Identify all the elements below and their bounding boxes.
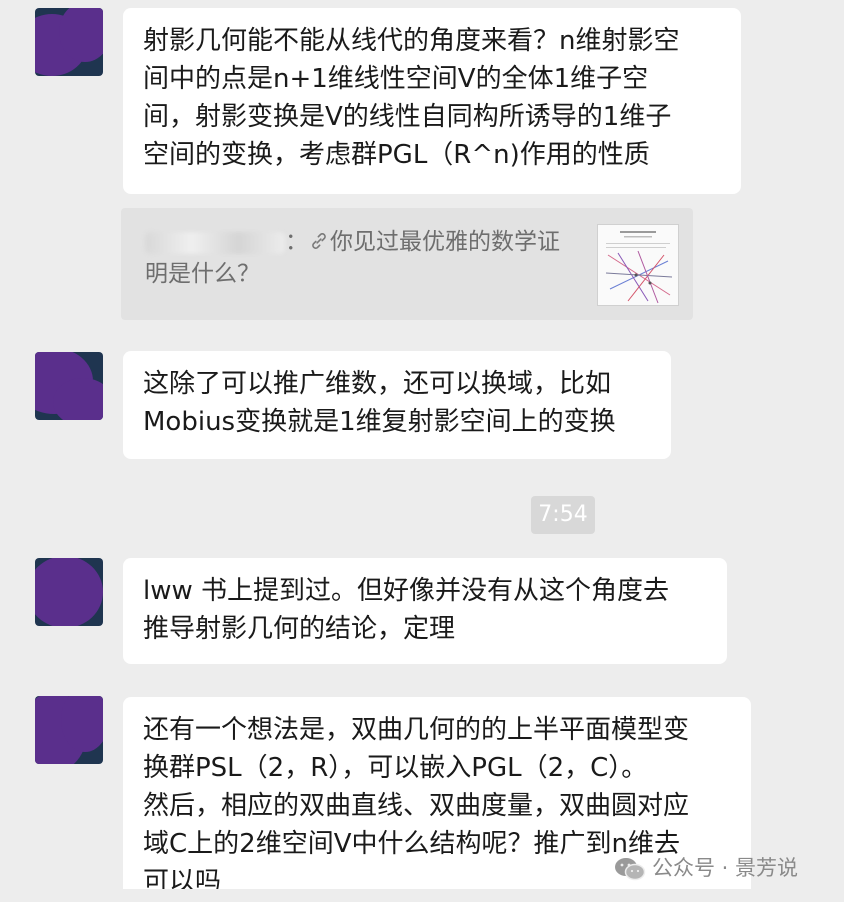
message-line: 换群PSL（2，R），可以嵌入PGL（2，C）。: [143, 753, 648, 783]
avatar[interactable]: [35, 558, 103, 626]
message-line: 这除了可以推广维数，还可以换域，比如: [143, 369, 612, 399]
timestamp: 7:54: [531, 496, 595, 534]
message-line: 间，射影变换是V的线性自同构所诱导的1维子: [143, 102, 672, 132]
quote-separator: ：: [285, 229, 308, 255]
chat-area: 射影几何能不能从线代的角度来看？n维射影空 间中的点是n+1维线性空间V的全体1…: [0, 0, 844, 902]
watermark-text: 公众号 · 景芳说: [652, 856, 799, 880]
message-bubble[interactable]: 这除了可以推广维数，还可以换域，比如 Mobius变换就是1维复射影空间上的变换: [123, 351, 671, 459]
avatar[interactable]: [35, 696, 103, 764]
message-bubble[interactable]: lww 书上提到过。但好像并没有从这个角度去 推导射影几何的结论，定理: [123, 558, 727, 664]
message-line: 射影几何能不能从线代的角度来看？n维射影空: [143, 26, 680, 56]
quote-line: 你见过最优雅的数学证: [330, 229, 560, 255]
quote-text: ： 你见过最优雅的数学证 明是什么？: [145, 226, 575, 290]
message-line: Mobius变换就是1维复射影空间上的变换: [143, 407, 616, 437]
message-line: 间中的点是n+1维线性空间V的全体1维子空: [143, 64, 649, 94]
message-line: lww 书上提到过。但好像并没有从这个角度去: [143, 576, 670, 606]
redacted-name: [145, 231, 285, 254]
message-line: 还有一个想法是，双曲几何的的上半平面模型变: [143, 715, 690, 745]
avatar-redaction: [35, 558, 103, 626]
thumbnail-figure: [598, 225, 678, 305]
message-line: 推导射影几何的结论，定理: [143, 614, 456, 644]
link-icon: [312, 233, 326, 249]
message-bubble[interactable]: 射影几何能不能从线代的角度来看？n维射影空 间中的点是n+1维线性空间V的全体1…: [123, 8, 741, 194]
bottom-edge: [0, 889, 844, 902]
avatar-redaction: [53, 378, 103, 420]
message-line: 然后，相应的双曲直线、双曲度量，双曲圆对应: [143, 791, 690, 821]
avatar[interactable]: [35, 8, 103, 76]
article-thumbnail[interactable]: [597, 224, 679, 306]
avatar[interactable]: [35, 352, 103, 420]
message-line: 空间的变换，考虑群PGL（R^n)作用的性质: [143, 140, 650, 170]
quoted-message[interactable]: ： 你见过最优雅的数学证 明是什么？: [121, 208, 693, 320]
wechat-icon: [615, 858, 646, 881]
quote-line: 明是什么？: [145, 261, 260, 287]
watermark: 公众号 · 景芳说: [614, 850, 798, 886]
